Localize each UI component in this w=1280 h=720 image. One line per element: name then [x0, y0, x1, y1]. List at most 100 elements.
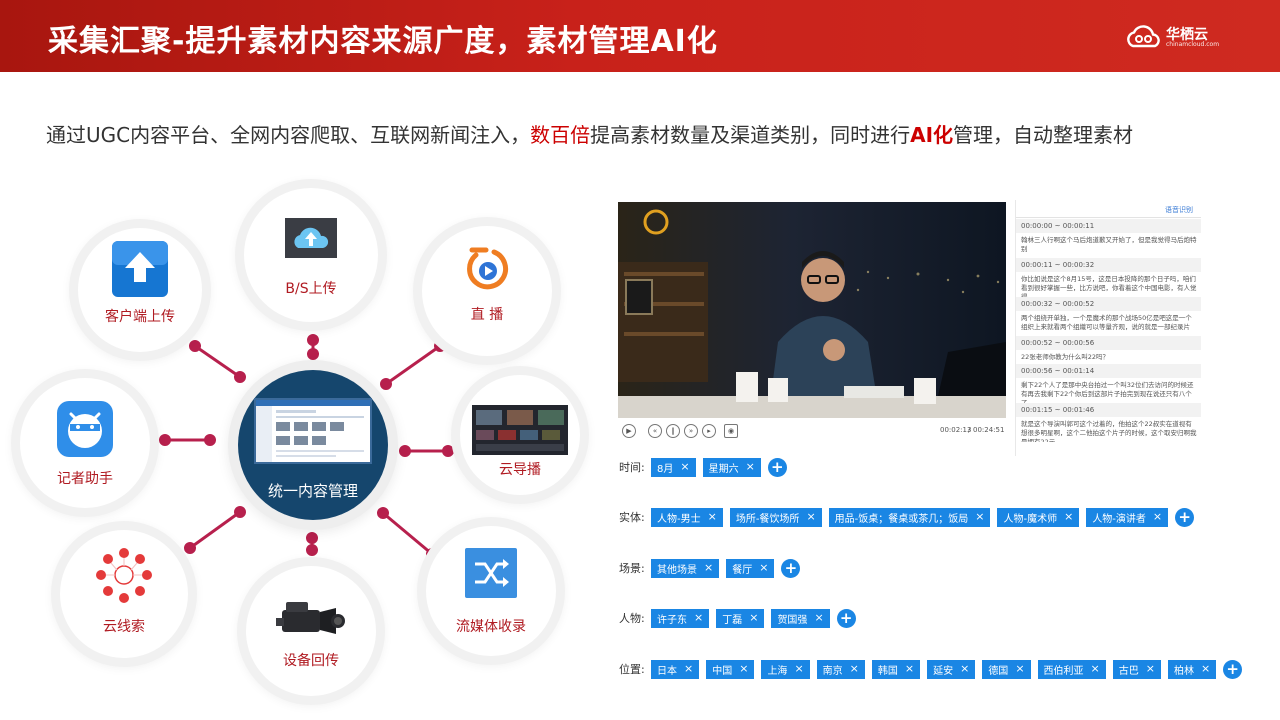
- node-cloud-clue[interactable]: 云线索: [60, 530, 188, 658]
- node-label: 云线索: [103, 619, 145, 635]
- remove-tag-icon[interactable]: ×: [684, 663, 693, 674]
- node-device-return[interactable]: 设备回传: [246, 566, 376, 696]
- source-diagram: 客户端上传 B/S上传 直 播 记者助手 云导播 云线索 设备回传 流媒体收录 …: [0, 170, 610, 720]
- tag-text: 日本: [657, 665, 677, 677]
- tag-text: 用品-饭桌；餐桌或茶几；饭局: [834, 513, 969, 525]
- tag-chip[interactable]: 贺国强 ×: [771, 608, 830, 628]
- remove-tag-icon[interactable]: ×: [739, 663, 748, 674]
- remove-tag-icon[interactable]: ×: [704, 562, 713, 573]
- tag-chip[interactable]: 人物-演讲者 ×: [1086, 507, 1169, 527]
- tag-chip[interactable]: 南京 ×: [816, 659, 865, 679]
- play-icon[interactable]: ▶: [622, 424, 636, 438]
- tag-text: 人物-魔术师: [1003, 513, 1058, 525]
- tag-chip[interactable]: 8月 ×: [651, 457, 696, 477]
- tag-chip[interactable]: 丁磊 ×: [716, 608, 765, 628]
- remove-tag-icon[interactable]: ×: [806, 511, 815, 522]
- remove-tag-icon[interactable]: ×: [708, 511, 717, 522]
- tag-chip[interactable]: 用品-饭桌；餐桌或茶几；饭局 ×: [828, 507, 991, 527]
- tag-text: 韩国: [877, 665, 898, 677]
- rewind-icon[interactable]: «: [648, 424, 662, 438]
- tag-chip[interactable]: 中国 ×: [706, 659, 755, 679]
- upload-arrow-icon: [112, 241, 168, 297]
- node-live[interactable]: 直 播: [422, 226, 552, 356]
- tab-speech-recognition[interactable]: 语音识别: [1165, 205, 1193, 215]
- remove-tag-icon[interactable]: ×: [1153, 511, 1162, 522]
- remove-tag-icon[interactable]: ×: [1091, 663, 1100, 674]
- remove-tag-icon[interactable]: ×: [680, 461, 689, 472]
- video-player[interactable]: ▶ « ‖ » ▸ ◉ 00:02:13 / 00:24:51: [618, 202, 1008, 442]
- remove-tag-icon[interactable]: ×: [905, 663, 914, 674]
- tag-chip[interactable]: 许子东 ×: [651, 608, 710, 628]
- video-frame: [618, 202, 1006, 418]
- node-label: 记者助手: [57, 471, 113, 487]
- pause-icon[interactable]: ‖: [666, 424, 680, 438]
- remove-tag-icon[interactable]: ×: [1146, 663, 1155, 674]
- remove-tag-icon[interactable]: ×: [1201, 663, 1210, 674]
- node-label: 流媒体收录: [456, 619, 526, 635]
- remove-tag-icon[interactable]: ×: [694, 612, 703, 623]
- transcript-segment-time[interactable]: 00:00:00 ~ 00:00:11: [1016, 219, 1201, 233]
- tag-chip[interactable]: 日本 ×: [651, 659, 700, 679]
- remove-tag-icon[interactable]: ×: [1064, 511, 1073, 522]
- tag-chip[interactable]: 星期六 ×: [702, 457, 761, 477]
- add-tag-button[interactable]: +: [767, 457, 787, 477]
- tag-chip[interactable]: 西伯利亚 ×: [1037, 659, 1106, 679]
- transcript-list: 00:00:00 ~ 00:00:11 翰林三人行啊这个马后炮道歉又开始了，但是我…: [1016, 219, 1201, 442]
- tag-chip[interactable]: 人物-男士 ×: [651, 507, 723, 527]
- player-controls: ▶ « ‖ » ▸ ◉ 00:02:13 / 00:24:51: [618, 420, 1006, 442]
- tab-divider: [1016, 217, 1201, 218]
- tag-chip[interactable]: 上海 ×: [761, 659, 810, 679]
- transcript-segment-time[interactable]: 00:00:56 ~ 00:01:14: [1016, 364, 1201, 378]
- header-bar: 采集汇聚-提升素材内容来源广度，素材管理AI化 华栖云 chinamcloud.…: [0, 0, 1280, 72]
- remove-tag-icon[interactable]: ×: [794, 663, 803, 674]
- remove-tag-icon[interactable]: ×: [749, 612, 758, 623]
- forward-icon[interactable]: »: [684, 424, 698, 438]
- tag-text: 星期六: [708, 463, 739, 475]
- remove-tag-icon[interactable]: ×: [814, 612, 823, 623]
- tag-chip[interactable]: 场所-餐饮场所 ×: [729, 507, 822, 527]
- add-tag-button[interactable]: +: [781, 558, 801, 578]
- tag-chip[interactable]: 柏林 ×: [1167, 659, 1217, 679]
- page-title: 采集汇聚-提升素材内容来源广度，素材管理AI化: [48, 24, 718, 59]
- tag-text: 延安: [933, 665, 954, 677]
- transcript-segment-time[interactable]: 00:00:52 ~ 00:00:56: [1016, 336, 1201, 350]
- node-reporter[interactable]: 记者助手: [20, 378, 150, 508]
- node-client-upload[interactable]: 客户端上传: [78, 228, 202, 352]
- transcript-panel: 语音识别 00:00:00 ~ 00:00:11 翰林三人行啊这个马后炮道歉又开始…: [1015, 200, 1201, 456]
- transcript-segment-time[interactable]: 00:01:15 ~ 00:01:46: [1016, 403, 1201, 417]
- remove-tag-icon[interactable]: ×: [746, 461, 755, 472]
- current-time: 00:02:13: [940, 426, 972, 434]
- brand: 华栖云 chinamcloud.com: [1124, 22, 1220, 52]
- tag-chip[interactable]: 韩国 ×: [871, 659, 921, 679]
- node-label: 设备回传: [283, 653, 339, 669]
- tag-chip[interactable]: 其他场景 ×: [651, 558, 720, 578]
- snapshot-icon[interactable]: ◉: [724, 424, 738, 438]
- subtitle-part2: 提高素材数量及渠道类别，同时进行: [590, 123, 911, 147]
- transcript-segment-time[interactable]: 00:00:32 ~ 00:00:52: [1016, 297, 1201, 311]
- remove-tag-icon[interactable]: ×: [850, 663, 859, 674]
- remove-tag-icon[interactable]: ×: [960, 663, 969, 674]
- node-stream-record[interactable]: 流媒体收录: [426, 526, 556, 656]
- tag-chip[interactable]: 延安 ×: [927, 659, 976, 679]
- tag-chip[interactable]: 餐厅 ×: [726, 558, 775, 578]
- remove-tag-icon[interactable]: ×: [975, 511, 984, 522]
- center-unified-content-management[interactable]: 统一内容管理: [238, 370, 388, 520]
- tag-chip[interactable]: 德国 ×: [982, 659, 1031, 679]
- node-bs-upload[interactable]: B/S上传: [244, 188, 378, 322]
- tag-text: 德国: [988, 665, 1009, 677]
- node-label: 直 播: [470, 307, 504, 323]
- add-tag-button[interactable]: +: [1175, 507, 1195, 527]
- node-cloud-director[interactable]: 云导播: [460, 375, 580, 495]
- tag-row-label: 时间:: [619, 461, 645, 474]
- tag-chip[interactable]: 古巴 ×: [1112, 659, 1161, 679]
- tag-text: 场所-餐饮场所: [735, 513, 800, 525]
- remove-tag-icon[interactable]: ×: [759, 562, 768, 573]
- next-frame-icon[interactable]: ▸: [702, 424, 716, 438]
- add-tag-button[interactable]: +: [836, 608, 856, 628]
- tag-text: 人物-演讲者: [1092, 513, 1146, 525]
- tag-chip[interactable]: 人物-魔术师 ×: [997, 507, 1080, 527]
- transcript-segment-time[interactable]: 00:00:11 ~ 00:00:32: [1016, 258, 1201, 272]
- tag-text: 餐厅: [732, 564, 753, 576]
- add-tag-button[interactable]: +: [1223, 659, 1243, 679]
- remove-tag-icon[interactable]: ×: [1015, 663, 1024, 674]
